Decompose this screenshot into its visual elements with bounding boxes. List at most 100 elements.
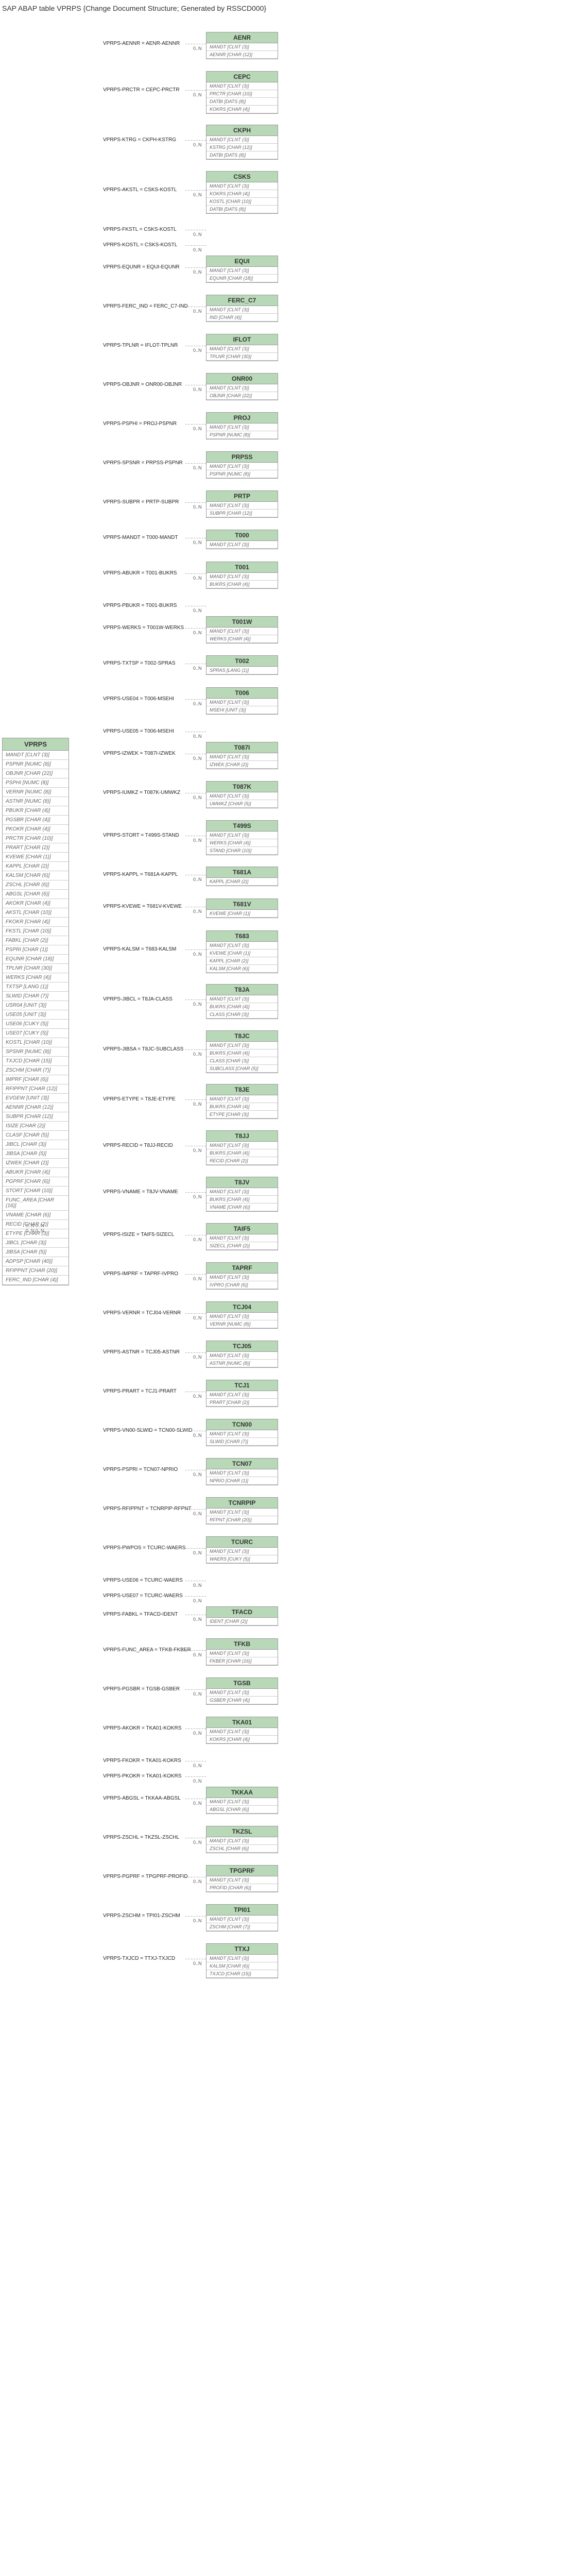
target-table-name: TCJ04 <box>207 1302 278 1313</box>
target-field: MANDT [CLNT (3)] <box>207 463 278 470</box>
root-field: JIBSA [CHAR (5)] <box>3 1248 68 1257</box>
target-table-box: IFLOTMANDT [CLNT (3)]TPLNR [CHAR (30)] <box>206 334 278 361</box>
connector-line <box>185 1099 206 1100</box>
relationship-label: VPRPS-PKOKR = TKA01-KOKRS <box>103 1773 181 1779</box>
root-field: USE06 [CUKY (5)] <box>3 1020 68 1029</box>
relationship-label: VPRPS-ASTNR = TCJ05-ASTNR <box>103 1349 180 1355</box>
connector-line <box>185 1596 206 1597</box>
target-field: MANDT [CLNT (3)] <box>207 43 278 51</box>
relationship-label: VPRPS-VN00-SLWID = TCN00-SLWID <box>103 1428 193 1433</box>
relationship-label: VPRPS-AKOKR = TKA01-KOKRS <box>103 1725 181 1731</box>
target-field: MANDT [CLNT (3)] <box>207 699 278 706</box>
target-table-box: TCN07MANDT [CLNT (3)]NPRIO [CHAR (1)] <box>206 1458 278 1485</box>
page-title: SAP ABAP table VPRPS {Change Document St… <box>0 0 585 16</box>
multiplicity-label: 0..N <box>193 1052 202 1057</box>
target-table-box: TGSBMANDT [CLNT (3)]GSBER [CHAR (4)] <box>206 1677 278 1705</box>
root-table-name: VPRPS <box>3 738 68 751</box>
relationship-label: VPRPS-EQUNR = EQUI-EQUNR <box>103 264 180 270</box>
relationship-label: VPRPS-AKSTL = CSKS-KOSTL <box>103 187 177 193</box>
target-field: KOKRS [CHAR (4)] <box>207 190 278 198</box>
target-field: TPLNR [CHAR (30)] <box>207 353 278 361</box>
root-field: KALSM [CHAR (6)] <box>3 871 68 880</box>
connector-line <box>185 1274 206 1275</box>
target-field: OBJNR [CHAR (22)] <box>207 392 278 400</box>
target-field: PRART [CHAR (2)] <box>207 1399 278 1406</box>
target-field: WAERS [CUKY (5)] <box>207 1555 278 1563</box>
multiplicity-label: 0..N <box>193 426 202 431</box>
root-field: USR04 [UNIT (3)] <box>3 1001 68 1010</box>
relationship-label: VPRPS-OBJNR = ONR00-OBJNR <box>103 382 182 387</box>
multiplicity-label: 0..N <box>193 1394 202 1399</box>
multiplicity-label: 0..N <box>193 1511 202 1516</box>
multiplicity-label: 0..N <box>193 1918 202 1923</box>
multiplicity-label: 0..N <box>193 1961 202 1966</box>
target-table-name: T8JJ <box>207 1131 278 1142</box>
relationship-label: VPRPS-ABGSL = TKKAA-ABGSL <box>103 1795 181 1801</box>
multiplicity-label: 0..N <box>193 795 202 800</box>
target-table-box: TCJ05MANDT [CLNT (3)]ASTNR [NUMC (8)] <box>206 1341 278 1368</box>
connector-line <box>185 628 206 629</box>
target-table-box: TCJ04MANDT [CLNT (3)]VERNR [NUMC (8)] <box>206 1301 278 1329</box>
target-field: RECID [CHAR (2)] <box>207 1157 278 1165</box>
relationship-label: VPRPS-FABKL = TFACD-IDENT <box>103 1612 178 1617</box>
multiplicity-label: 0..N <box>193 1101 202 1107</box>
connector-line <box>185 1313 206 1314</box>
target-field: CLASS [CHAR (3)] <box>207 1011 278 1019</box>
target-table-box: T000MANDT [CLNT (3)] <box>206 530 278 549</box>
root-field: ABGSL [CHAR (6)] <box>3 890 68 899</box>
root-field: USE05 [UNIT (3)] <box>3 1010 68 1020</box>
multiplicity-label: 0..N <box>193 952 202 957</box>
multiplicity-label: 0..N <box>193 465 202 470</box>
target-field: IDENT [CHAR (2)] <box>207 1618 278 1625</box>
multiplicity-label: 0..N <box>193 540 202 545</box>
root-field: CLASF [CHAR (5)] <box>3 1131 68 1140</box>
target-table-box: T006MANDT [CLNT (3)]MSEHI [UNIT (3)] <box>206 687 278 715</box>
multiplicity-label: 0..N <box>193 1583 202 1588</box>
root-field: KOSTL [CHAR (10)] <box>3 1038 68 1047</box>
target-table-name: TCURC <box>207 1537 278 1548</box>
root-field: IZWEK [CHAR (2)] <box>3 1159 68 1168</box>
target-field: MANDT [CLNT (3)] <box>207 345 278 353</box>
multiplicity-label: 0..N <box>193 1315 202 1320</box>
target-table-name: T001W <box>207 617 278 628</box>
root-field: PGPRF [CHAR (6)] <box>3 1177 68 1187</box>
multiplicity-label: 0..N <box>193 348 202 353</box>
target-field: DATBI [DATS (8)] <box>207 206 278 213</box>
target-field: MANDT [CLNT (3)] <box>207 136 278 144</box>
target-field: MANDT [CLNT (3)] <box>207 1142 278 1149</box>
target-table-name: T001 <box>207 562 278 573</box>
root-field: AENNR [CHAR (12)] <box>3 1103 68 1112</box>
target-table-name: TCN07 <box>207 1459 278 1469</box>
target-field: MANDT [CLNT (3)] <box>207 502 278 510</box>
target-field: MANDT [CLNT (3)] <box>207 1234 278 1242</box>
target-field: MANDT [CLNT (3)] <box>207 832 278 839</box>
target-field: MANDT [CLNT (3)] <box>207 1689 278 1697</box>
connector-line <box>185 1650 206 1651</box>
target-table-box: ONR00MANDT [CLNT (3)]OBJNR [CHAR (22)] <box>206 373 278 400</box>
target-table-box: TPI01MANDT [CLNT (3)]ZSCHM [CHAR (7)] <box>206 1904 278 1931</box>
target-field: WERKS [CHAR (4)] <box>207 839 278 847</box>
target-table-box: TKKAAMANDT [CLNT (3)]ABGSL [CHAR (6)] <box>206 1787 278 1814</box>
relationship-label: VPRPS-FKSTL = CSKS-KOSTL <box>103 227 177 232</box>
target-table-box: TCJ1MANDT [CLNT (3)]PRART [CHAR (2)] <box>206 1380 278 1407</box>
target-field: MANDT [CLNT (3)] <box>207 1313 278 1320</box>
connector-line <box>185 1049 206 1050</box>
multiplicity-label: 0..N <box>193 701 202 706</box>
target-field: BUKRS [CHAR (4)] <box>207 1103 278 1111</box>
target-field: KVEWE [CHAR (1)] <box>207 910 278 918</box>
target-field: AENNR [CHAR (12)] <box>207 51 278 59</box>
root-field: EVGEW [UNIT (3)] <box>3 1094 68 1103</box>
target-field: ABGSL [CHAR (6)] <box>207 1806 278 1814</box>
relationship-label: VPRPS-KOSTL = CSKS-KOSTL <box>103 242 177 248</box>
relationship-label: VPRPS-IZWEK = T087I-IZWEK <box>103 751 176 756</box>
target-table-box: TKZSLMANDT [CLNT (3)]ZSCHL [CHAR (6)] <box>206 1826 278 1853</box>
root-field: PKOKR [CHAR (4)] <box>3 825 68 834</box>
multiplicity-label: 0..N <box>193 247 202 252</box>
relationship-label: VPRPS-IMPRF = TAPRF-IVPRO <box>103 1271 178 1277</box>
target-field: EQUNR [CHAR (18)] <box>207 275 278 282</box>
target-table-box: CEPCMANDT [CLNT (3)]PRCTR [CHAR (10)]DAT… <box>206 71 278 114</box>
multiplicity-label: 0..N <box>193 1879 202 1884</box>
connector-line <box>185 573 206 574</box>
root-field: PRART [CHAR (2)] <box>3 843 68 853</box>
relationship-label: VPRPS-PGSBR = TGSB-GSBER <box>103 1686 180 1692</box>
